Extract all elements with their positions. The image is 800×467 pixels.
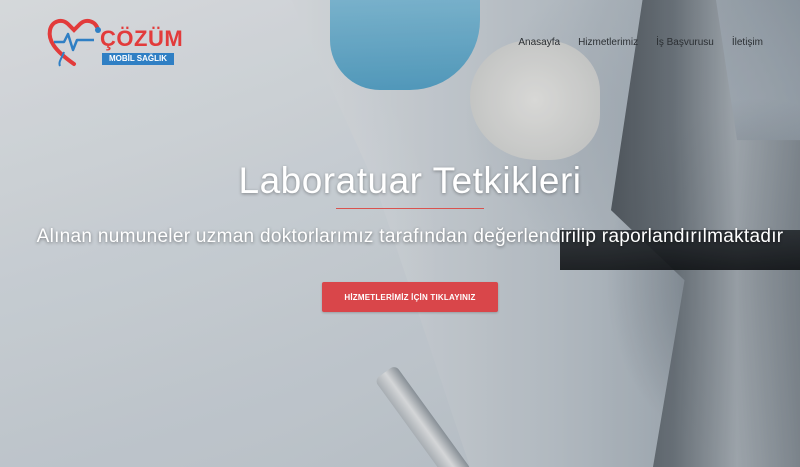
heart-stethoscope-icon	[47, 18, 101, 67]
nav-item-home[interactable]: Anasayfa	[509, 36, 569, 50]
hero-section: ÇÖZÜM MOBİL SAĞLIK Anasayfa Hizmetlerimi…	[0, 0, 800, 467]
main-nav: Anasayfa Hizmetlerimiz İş Başvurusu İlet…	[509, 36, 772, 50]
site-logo[interactable]: ÇÖZÜM MOBİL SAĞLIK	[44, 12, 184, 68]
hero-divider	[336, 208, 484, 209]
nav-item-contact[interactable]: İletişim	[723, 36, 772, 50]
services-cta-button[interactable]: HİZMETLERİMİZ İÇİN TIKLAYINIZ	[322, 282, 498, 312]
hero-title: Laboratuar Tetkikleri	[238, 160, 582, 201]
logo-name: ÇÖZÜM	[100, 26, 184, 51]
nav-item-services[interactable]: Hizmetlerimiz	[569, 36, 647, 50]
logo-tagline: MOBİL SAĞLIK	[102, 53, 174, 65]
hero-subtitle: Alınan numuneler uzman doktorlarımız tar…	[36, 226, 784, 247]
nav-item-job-application[interactable]: İş Başvurusu	[647, 36, 723, 50]
